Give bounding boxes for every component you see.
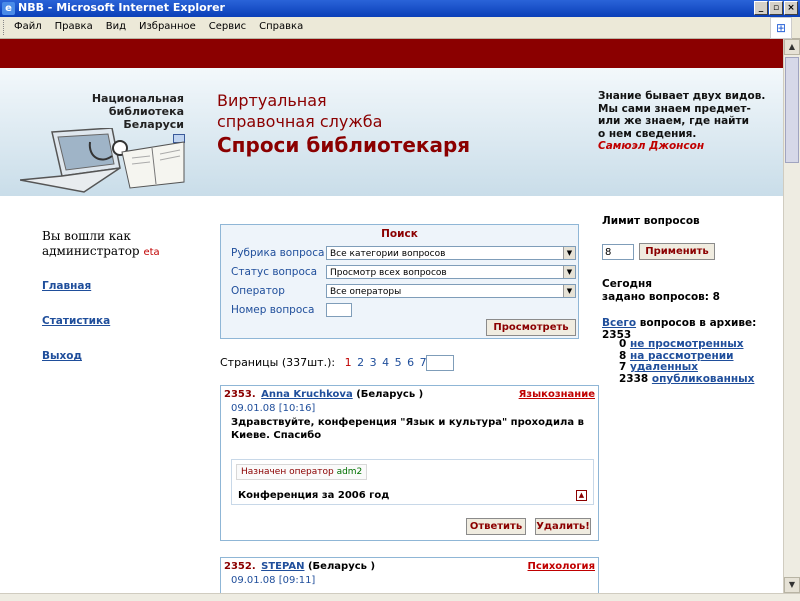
nav-home-link[interactable]: Главная [42, 280, 91, 292]
author-link[interactable]: STEPAN [261, 561, 304, 572]
status-stats-list: 0 не просмотренных 8 на рассмотрении 7 у… [619, 338, 755, 386]
question-header: 2352. STEPAN (Беларусь ) [224, 561, 375, 572]
question-date: 09.01.08 [09:11] [231, 575, 316, 586]
stat-item: 2338 опубликованных [619, 373, 755, 386]
chevron-down-icon[interactable]: ▼ [563, 285, 575, 297]
menu-help[interactable]: Справка [259, 21, 303, 32]
windows-logo-icon: ⊞ [770, 17, 792, 39]
page-link[interactable]: 6 [407, 356, 414, 369]
menu-grip [3, 20, 7, 35]
ie-icon: e [2, 2, 15, 15]
nav-logout-link[interactable]: Выход [42, 350, 82, 362]
author-country: (Беларусь ) [356, 389, 424, 400]
quote-text: Знание бывает двух видов. Мы сами знаем … [598, 90, 766, 140]
chevron-down-icon[interactable]: ▼ [563, 266, 575, 278]
stat-link[interactable]: опубликованных [652, 373, 755, 385]
question-number: 2353. [224, 389, 256, 400]
pagination-label: Страницы (337шт.): [220, 356, 336, 369]
reply-button[interactable]: Ответить [466, 518, 526, 535]
menu-tools[interactable]: Сервис [209, 21, 246, 32]
page-content: Национальная библиотека Беларуси Виртуал… [0, 39, 784, 593]
welcome-message: Вы вошли как администратор eta [42, 229, 160, 258]
username: eta [143, 247, 160, 258]
page-link[interactable]: 2 [357, 356, 364, 369]
question-number-input[interactable] [326, 303, 352, 317]
scroll-thumb[interactable] [785, 57, 799, 163]
operator-select[interactable]: Все операторы ▼ [326, 284, 576, 298]
scroll-down-icon[interactable]: ▼ [784, 577, 800, 593]
question-card: 2352. STEPAN (Беларусь ) Психология 09.0… [220, 557, 599, 593]
laptop-book-icon [20, 128, 185, 193]
assigned-operator-badge: Назначен оператор adm2 [236, 464, 368, 480]
total-link[interactable]: Всего [602, 317, 636, 329]
answer-box: Назначен оператор adm2 Конференция за 20… [231, 459, 594, 505]
page-link[interactable]: 4 [382, 356, 389, 369]
author-country: (Беларусь ) [307, 561, 376, 572]
menu-view[interactable]: Вид [106, 21, 126, 32]
window-titlebar: e NBB - Microsoft Internet Explorer _ ▫ … [0, 0, 800, 17]
top-red-bar [0, 39, 784, 68]
page-number-input[interactable] [426, 355, 454, 371]
rubric-select[interactable]: Все категории вопросов ▼ [326, 246, 576, 260]
question-header: 2353. Anna Kruchkova (Беларусь ) [224, 389, 423, 400]
window-title: NBB - Microsoft Internet Explorer [18, 1, 225, 14]
library-name: Национальная библиотека Беларуси [91, 92, 184, 131]
number-label: Номер вопроса [231, 304, 315, 316]
page-current: 1 [344, 356, 352, 369]
vertical-scrollbar[interactable]: ▲ ▼ [783, 39, 800, 593]
delete-button[interactable]: Удалить! [535, 518, 591, 535]
apply-button[interactable]: Применить [639, 243, 715, 260]
operator-label: Оператор [231, 285, 285, 297]
pagination: Страницы (337шт.): 1 2 3 4 5 6 7 » [220, 356, 443, 369]
site-banner: Национальная библиотека Беларуси Виртуал… [0, 68, 784, 196]
rubric-label: Рубрика вопроса [231, 247, 325, 259]
status-select[interactable]: Просмотр всех вопросов ▼ [326, 265, 576, 279]
menu-favorites[interactable]: Избранное [139, 21, 196, 32]
scroll-up-icon[interactable]: ▲ [784, 39, 800, 55]
quote-author: Самюэл Джонсон [598, 140, 705, 152]
stat-link[interactable]: удаленных [630, 361, 698, 374]
category-link[interactable]: Психология [528, 561, 595, 572]
category-link[interactable]: Языкознание [519, 389, 595, 400]
collapse-up-icon[interactable]: ▲ [576, 490, 587, 501]
service-title: Виртуальная справочная служба Спроси биб… [217, 91, 471, 157]
menu-edit[interactable]: Правка [55, 21, 93, 32]
maximize-button[interactable]: ▫ [769, 1, 783, 15]
today-stats: Сегодня задано вопросов: 8 [602, 278, 720, 303]
status-label: Статус вопроса [231, 266, 318, 278]
nav-statistics-link[interactable]: Статистика [42, 315, 110, 327]
chevron-down-icon[interactable]: ▼ [563, 247, 575, 259]
search-form: Поиск Рубрика вопроса Все категории вопр… [220, 224, 579, 339]
question-text: Здравствуйте, конференция "Язык и культу… [231, 417, 584, 441]
stat-link[interactable]: не просмотренных [630, 338, 744, 350]
search-title: Поиск [381, 228, 418, 240]
author-link[interactable]: Anna Kruchkova [261, 389, 353, 400]
stat-link[interactable]: на рассмотрении [630, 350, 734, 362]
question-card: 2353. Anna Kruchkova (Беларусь ) Языкозн… [220, 385, 599, 541]
page-link[interactable]: 3 [370, 356, 377, 369]
minimize-button[interactable]: _ [754, 1, 768, 15]
menu-file[interactable]: Файл [14, 21, 42, 32]
question-number: 2352. [224, 561, 256, 572]
view-button[interactable]: Просмотреть [486, 319, 576, 336]
limit-title: Лимит вопросов [602, 215, 700, 227]
question-date: 09.01.08 [10:16] [231, 403, 316, 414]
limit-input[interactable]: 8 [602, 244, 634, 260]
page-link[interactable]: 5 [395, 356, 402, 369]
menu-bar: Файл Правка Вид Избранное Сервис Справка… [0, 17, 800, 39]
close-button[interactable]: × [784, 1, 798, 15]
answer-text: Конференция за 2006 год [238, 490, 390, 501]
